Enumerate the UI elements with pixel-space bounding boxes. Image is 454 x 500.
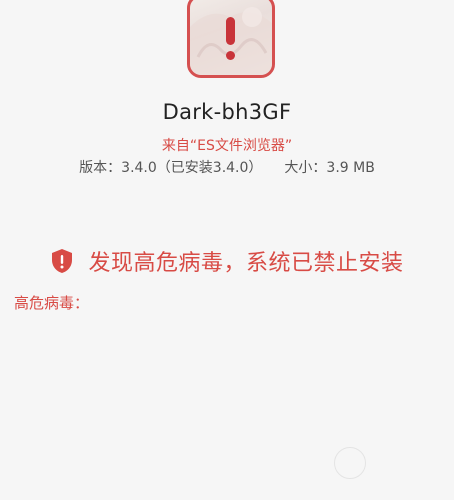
app-size: 大小：3.9 MB <box>284 160 375 176</box>
alert-exclamation-icon <box>226 17 236 61</box>
app-icon <box>187 0 275 78</box>
app-version: 版本：3.4.0（已安装3.4.0） <box>79 160 263 176</box>
app-name: Dark-bh3GF <box>162 100 292 124</box>
warning-message: 发现高危病毒，系统已禁止安装 <box>88 251 404 276</box>
virus-warning: 发现高危病毒，系统已禁止安装 <box>0 245 454 277</box>
app-meta: 版本：3.4.0（已安装3.4.0） 大小：3.9 MB <box>0 157 454 177</box>
install-blocked-screen: Dark-bh3GF 来自“ES文件浏览器” 版本：3.4.0（已安装3.4.0… <box>0 0 454 500</box>
floating-home-button[interactable] <box>334 447 366 479</box>
shield-alert-icon <box>52 249 73 273</box>
app-source: 来自“ES文件浏览器” <box>161 138 293 154</box>
virus-list-label: 高危病毒： <box>14 294 90 312</box>
